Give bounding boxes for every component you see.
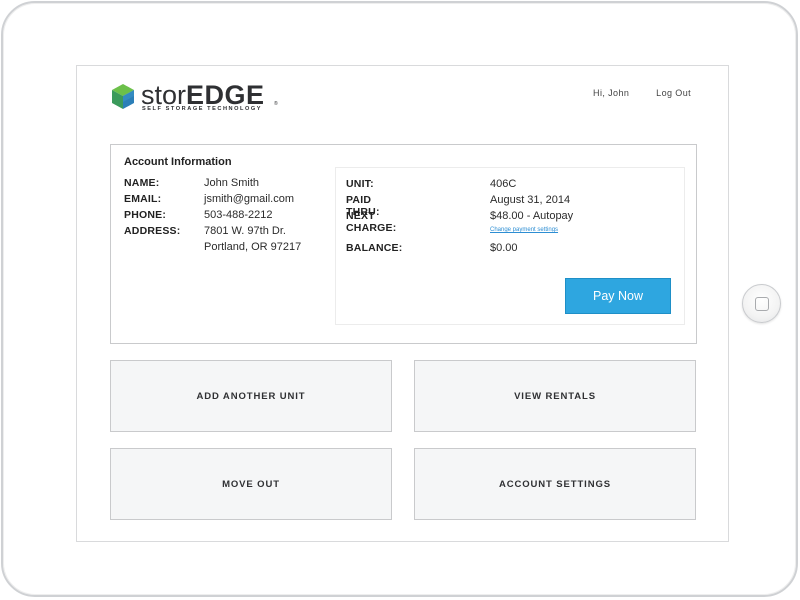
move-out-button[interactable]: MOVE OUT [110,448,392,520]
address-label: ADDRESS: [124,225,181,237]
brand-tagline: SELF STORAGE TECHNOLOGY [142,106,263,112]
phone-value: 503-488-2212 [204,209,273,221]
user-nav: Hi, John Log Out [593,88,691,98]
home-button[interactable] [742,284,781,323]
account-information-panel: Account Information NAME: John Smith EMA… [110,144,697,344]
name-label: NAME: [124,177,160,189]
paid-thru-value: August 31, 2014 [490,194,571,206]
tablet-frame: storEDGE ® SELF STORAGE TECHNOLOGY Hi, J… [1,1,798,597]
change-payment-settings-link[interactable]: Change payment settings [490,227,558,233]
logout-link[interactable]: Log Out [656,88,691,98]
registered-mark: ® [274,101,278,107]
address-line-2: Portland, OR 97217 [204,241,302,253]
name-value: John Smith [204,177,260,189]
app-screen: storEDGE ® SELF STORAGE TECHNOLOGY Hi, J… [76,65,729,542]
unit-label: UNIT: [346,178,374,190]
add-another-unit-button[interactable]: ADD ANOTHER UNIT [110,360,392,432]
user-greeting: Hi, John [593,88,630,98]
unit-value: 406C [490,178,517,190]
account-settings-button[interactable]: ACCOUNT SETTINGS [414,448,696,520]
account-info-title: Account Information [124,156,232,168]
view-rentals-button[interactable]: VIEW RENTALS [414,360,696,432]
cube-logo-icon [112,84,134,109]
next-charge-value: $48.00 - Autopay [490,210,574,222]
phone-label: PHONE: [124,209,167,221]
billing-details-box: UNIT: 406C PAID THRU: August 31, 2014 NE… [335,167,685,325]
balance-label: BALANCE: [346,242,403,254]
address-line-1: 7801 W. 97th Dr. [204,225,286,237]
home-button-icon [755,297,769,311]
email-label: EMAIL: [124,193,162,205]
storedge-logo[interactable]: storEDGE ® SELF STORAGE TECHNOLOGY [111,80,281,114]
balance-value: $0.00 [490,242,518,254]
pay-now-button[interactable]: Pay Now [565,278,671,314]
email-value: jsmith@gmail.com [204,193,295,205]
next-charge-label: NEXT CHARGE: [346,210,397,234]
